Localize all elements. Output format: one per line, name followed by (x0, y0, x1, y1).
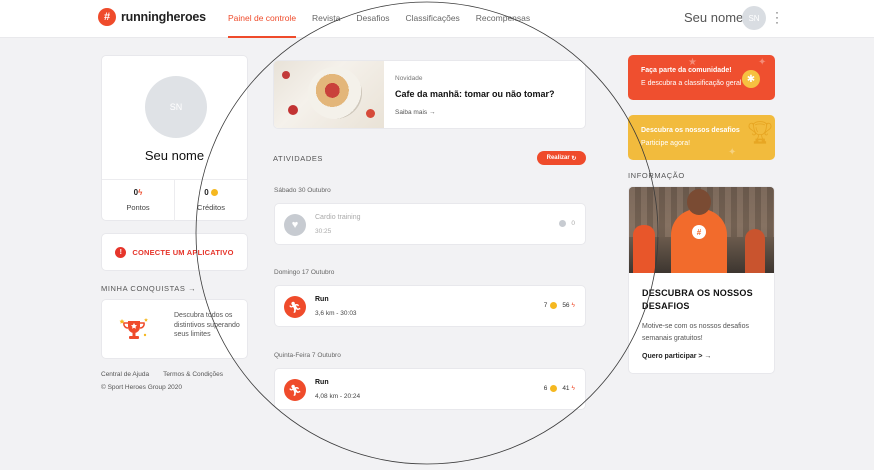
profile-card: SN Seu nome 0ϟ Pontos 0 Créditos (101, 55, 248, 221)
bolt-icon: ϟ (571, 302, 575, 309)
conquistas-link[interactable]: MINHA CONQUISTAS → (101, 284, 196, 293)
star-decoration-icon: ✦ (728, 147, 737, 158)
bolt-icon: ϟ (138, 188, 143, 197)
nav-classificacoes[interactable]: Classificações (405, 0, 459, 38)
cardio-icon: ♥ (284, 214, 306, 236)
header-avatar[interactable]: SN (742, 6, 766, 30)
activity-date: Sábado 30 Outubro (274, 187, 331, 194)
activity-title: Run (315, 296, 329, 303)
more-options-icon[interactable]: · · · (774, 6, 780, 28)
news-read-more-link[interactable]: Saiba mais → (395, 109, 435, 116)
nav-revista[interactable]: Revista (312, 0, 340, 38)
community-title: Faça parte da comunidade! (641, 67, 732, 74)
coin-icon (210, 189, 218, 197)
copyright: © Sport Heroes Group 2020 (101, 384, 183, 391)
info-card[interactable]: # DESCUBRA OS NOSSOS DESAFIOS Motive-se … (628, 186, 775, 374)
activity-title: Cardio training (315, 214, 361, 221)
nav-desafios[interactable]: Desafios (356, 0, 389, 38)
realizar-label: Realizar (546, 155, 570, 161)
connect-app-label: CONECTE UM APLICATIVO (132, 247, 234, 257)
runningheroes-logo-icon: # (98, 8, 116, 26)
alert-icon: ! (115, 246, 127, 258)
activity-date: Domingo 17 Outubro (274, 269, 335, 276)
coin-icon (550, 385, 558, 392)
trophy-icon (119, 318, 148, 339)
challenges-title: Descubra os nossos desafios (641, 127, 740, 134)
activity-points: 0 (571, 220, 575, 227)
news-tag: Novidade (395, 75, 423, 82)
activity-details: 4,08 km - 20:24 (315, 393, 361, 400)
challenges-banner[interactable]: ✦ Descubra os nossos desafios Participe … (628, 115, 775, 160)
activity-title: Run (315, 379, 329, 386)
terms-link[interactable]: Termos & Condições (163, 371, 223, 378)
refresh-icon: ↻ (571, 155, 577, 162)
activity-card[interactable]: ♥ Cardio training 30:25 0 (274, 203, 586, 245)
credits-value: 0 (204, 188, 209, 197)
activity-coins: 6 (543, 385, 548, 392)
activity-card[interactable]: 🏃︎ Run 3,6 km - 30:03 7 56 ϟ (274, 285, 586, 327)
trophy-icon: 🏆︎ (746, 120, 774, 145)
top-bar: # runningheroes Painel de controle Revis… (0, 0, 874, 38)
profile-name: Seu nome (144, 148, 205, 163)
credits-stat[interactable]: 0 Créditos (174, 180, 247, 221)
points-label: Pontos (126, 203, 150, 212)
activity-rewards: 0 (556, 220, 575, 227)
footer-links: Central de Ajuda Termos & Condições (101, 371, 237, 378)
conquistas-text: Descubra todos os distintivos superando … (174, 312, 240, 338)
activity-card[interactable]: 🏃︎ Run 4,08 km - 20:24 6 41 ϟ (274, 368, 586, 410)
logo-text: runningheroes (121, 10, 206, 24)
news-card[interactable]: Novidade Cafe da manhã: tomar ou não tom… (273, 60, 586, 129)
community-banner[interactable]: ★ ✦ Faça parte da comunidade! E descubra… (628, 55, 775, 100)
info-text: Motive-se com os nossos desafios semanai… (642, 323, 749, 342)
info-title: DESCUBRA OS NOSSOS DESAFIOS (642, 288, 753, 311)
profile-avatar[interactable]: SN (145, 76, 207, 138)
activity-date: Quinta-Feira 7 Outubro (274, 352, 341, 359)
coin-icon (550, 302, 558, 309)
realizar-button[interactable]: Realizar ↻ (537, 151, 586, 165)
news-image (274, 61, 384, 128)
credits-label: Créditos (197, 203, 225, 212)
activity-coins: 7 (543, 302, 548, 309)
activity-details: 30:25 (315, 228, 332, 235)
bolt-icon: ϟ (571, 385, 575, 392)
activity-details: 3,6 km - 30:03 (315, 310, 357, 317)
activities-heading: ATIVIDADES (273, 154, 324, 163)
main-nav: Painel de controle Revista Desafios Clas… (228, 0, 546, 38)
conquistas-card[interactable]: Descubra todos os distintivos superando … (101, 299, 248, 359)
coin-icon (559, 220, 567, 227)
run-icon: 🏃︎ (284, 296, 306, 318)
nav-painel[interactable]: Painel de controle (228, 0, 297, 38)
connect-app-button[interactable]: ! CONECTE UM APLICATIVO (101, 233, 248, 271)
activity-points: 56 (562, 302, 570, 309)
run-icon: 🏃︎ (284, 379, 306, 401)
news-title: Cafe da manhã: tomar ou não tomar? (395, 89, 555, 99)
help-link[interactable]: Central de Ajuda (101, 371, 149, 378)
nav-recompensas[interactable]: Recompensas (476, 0, 530, 38)
profile-stats: 0ϟ Pontos 0 Créditos (102, 179, 247, 221)
star-decoration-icon: ✦ (758, 57, 767, 68)
hero-badge-icon: ✱ (742, 70, 760, 88)
logo[interactable]: # runningheroes (98, 8, 206, 26)
header-user-name[interactable]: Seu nome (684, 10, 743, 25)
participate-link[interactable]: Quero participar > → (642, 353, 711, 360)
activity-points: 41 (562, 385, 570, 392)
activity-rewards: 6 41 ϟ (544, 385, 575, 392)
info-heading: INFORMAÇÃO (628, 171, 685, 180)
activity-rewards: 7 56 ϟ (544, 302, 575, 309)
points-stat[interactable]: 0ϟ Pontos (102, 180, 174, 221)
info-image: # (629, 187, 774, 273)
community-subtitle: E descubra a classificação geral (641, 80, 742, 87)
challenges-subtitle: Participe agora! (641, 140, 691, 147)
